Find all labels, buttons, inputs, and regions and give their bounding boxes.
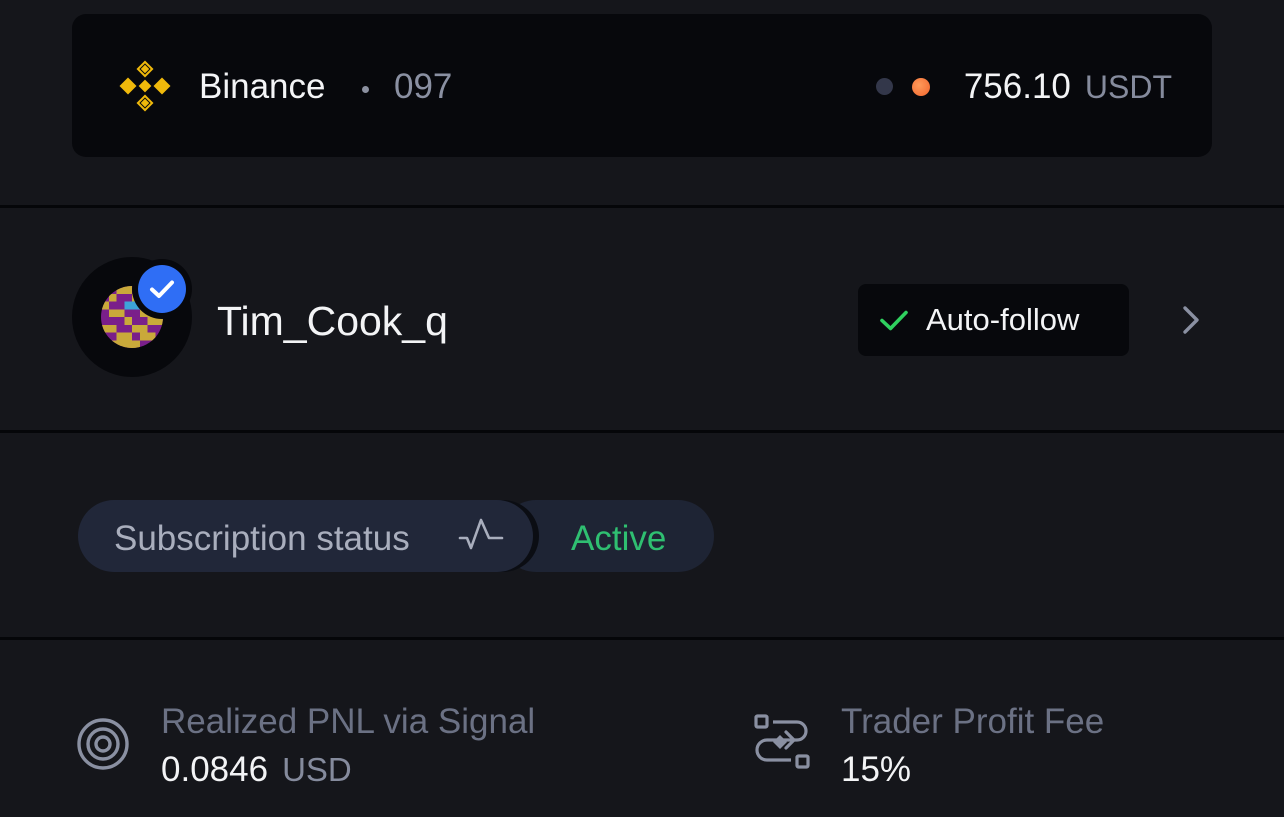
exchange-account-card[interactable]: Binance 097 756.10 USDT bbox=[72, 14, 1212, 157]
divider bbox=[0, 637, 1284, 640]
binance-logo-icon bbox=[119, 60, 171, 112]
auto-follow-button[interactable]: Auto-follow bbox=[858, 284, 1129, 356]
copy-trading-page: Binance 097 756.10 USDT Tim_Cook_q Auto-… bbox=[0, 0, 1284, 817]
exchange-name: Binance bbox=[199, 67, 326, 106]
exchange-flow-icon bbox=[754, 714, 810, 769]
fee-label: Trader Profit Fee bbox=[841, 702, 1105, 741]
pnl-value: 0.0846 USD bbox=[161, 750, 352, 790]
subscription-status-value: Active bbox=[571, 519, 667, 558]
status-dot-active bbox=[912, 78, 930, 96]
divider bbox=[0, 430, 1284, 433]
pnl-unit: USD bbox=[282, 751, 352, 788]
pnl-label: Realized PNL via Signal bbox=[161, 702, 536, 741]
fee-value: 15% bbox=[841, 750, 911, 790]
chevron-right-icon[interactable] bbox=[1178, 302, 1204, 338]
auto-follow-label: Auto-follow bbox=[926, 302, 1080, 337]
pnl-amount: 0.0846 bbox=[161, 750, 269, 789]
fee-amount: 15% bbox=[841, 750, 912, 789]
status-dot-inactive bbox=[876, 78, 893, 95]
pulse-icon bbox=[458, 518, 504, 550]
target-rings-icon bbox=[77, 718, 129, 770]
balance-value: 756.10 bbox=[963, 67, 1071, 106]
exchange-account-id: 097 bbox=[394, 67, 453, 106]
separator-dot bbox=[362, 86, 369, 93]
verified-badge bbox=[132, 259, 192, 319]
subscription-status-pill[interactable]: Subscription status bbox=[78, 500, 533, 572]
check-icon bbox=[880, 310, 908, 331]
balance: 756.10 USDT bbox=[964, 67, 1172, 107]
subscription-status-label: Subscription status bbox=[114, 519, 410, 558]
checkmark-icon bbox=[150, 280, 174, 298]
balance-unit: USDT bbox=[1084, 69, 1172, 105]
divider bbox=[0, 205, 1284, 208]
trader-name[interactable]: Tim_Cook_q bbox=[217, 298, 448, 344]
